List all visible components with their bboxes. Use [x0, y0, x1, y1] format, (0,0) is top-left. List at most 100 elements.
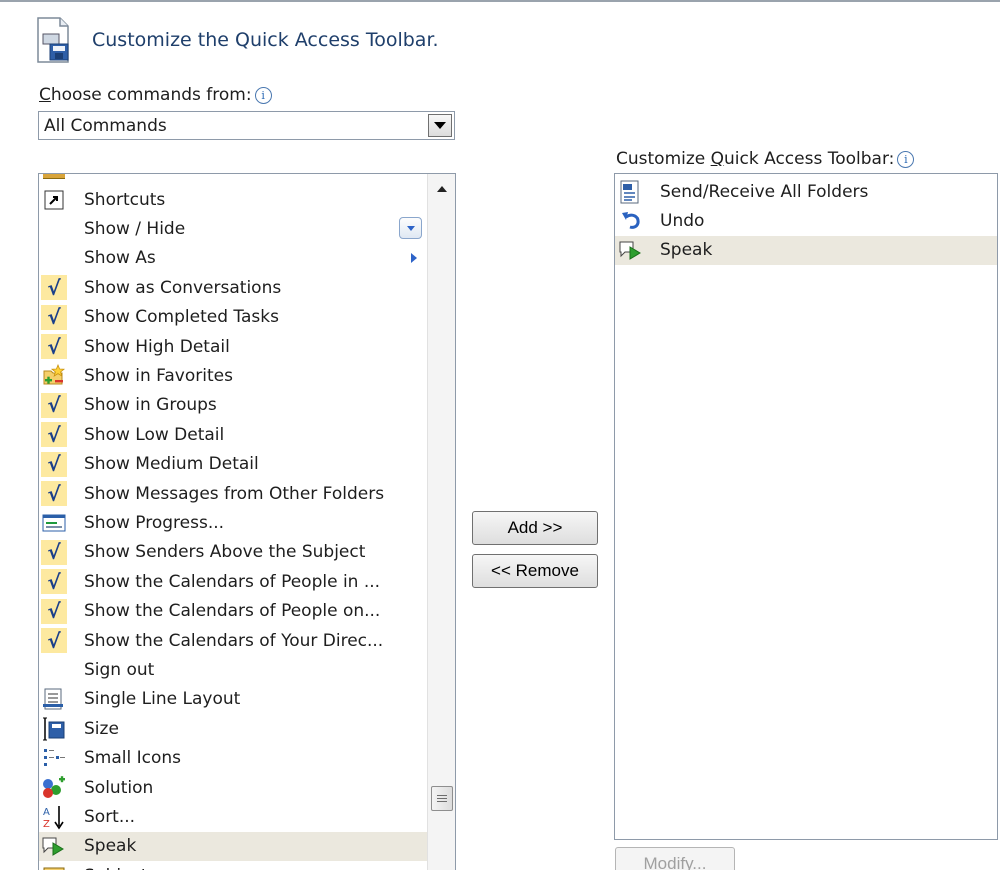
list-item[interactable]: √ Show High Detail: [39, 332, 427, 361]
list-item[interactable]: √ Show Completed Tasks: [39, 303, 427, 332]
list-item[interactable]: Subject: [39, 861, 427, 870]
list-item[interactable]: Show in Favorites: [39, 361, 427, 390]
list-item[interactable]: Small Icons: [39, 744, 427, 773]
add-button-label: Add >>: [507, 518, 563, 537]
list-item[interactable]: Show As: [39, 244, 427, 273]
list-item-label: Show the Calendars of People on...: [84, 601, 381, 622]
small-icons-icon: [41, 746, 67, 771]
list-item[interactable]: Show / Hide: [39, 214, 427, 243]
check-icon: √: [41, 628, 67, 653]
list-item-label: Sort...: [84, 806, 136, 827]
list-item[interactable]: √ Show Low Detail: [39, 420, 427, 449]
dialog-title: Customize the Quick Access Toolbar.: [92, 29, 439, 51]
qat-item-label: Undo: [660, 210, 705, 231]
check-icon: √: [41, 481, 67, 506]
list-item-partial-icon: [43, 174, 65, 179]
qat-item-label: Send/Receive All Folders: [660, 181, 869, 202]
solution-icon: [41, 775, 67, 800]
list-item[interactable]: Single Line Layout: [39, 685, 427, 714]
dialog-header: Customize the Quick Access Toolbar.: [34, 12, 439, 68]
add-button[interactable]: Add >>: [472, 511, 598, 545]
single-line-layout-icon: [41, 687, 67, 712]
dropdown-arrow-button[interactable]: [428, 114, 452, 137]
list-item[interactable]: √ Show as Conversations: [39, 273, 427, 302]
qat-item-label: Speak: [660, 240, 713, 261]
list-item[interactable]: √ Show Medium Detail: [39, 450, 427, 479]
svg-text:Z: Z: [43, 819, 50, 830]
shortcut-arrow-icon: [41, 187, 67, 212]
info-icon[interactable]: i: [254, 86, 272, 104]
check-icon: √: [41, 422, 67, 448]
list-item-label: Show Senders Above the Subject: [84, 542, 366, 563]
list-item[interactable]: Sign out: [39, 655, 427, 684]
qat-label: Customize Quick Access Toolbar: i: [616, 149, 915, 169]
list-item-label: Show in Groups: [84, 395, 217, 416]
list-item-label: Show Low Detail: [84, 424, 225, 445]
sort-az-icon: AZ: [41, 804, 67, 830]
qat-item[interactable]: Speak: [615, 235, 997, 265]
chevron-up-icon: [437, 186, 447, 192]
list-item[interactable]: Shortcuts: [39, 185, 427, 214]
list-item[interactable]: A Z Sort...: [39, 802, 427, 831]
check-icon: √: [41, 539, 67, 565]
choose-commands-dropdown[interactable]: All Commands: [38, 111, 455, 140]
list-item-label: Show High Detail: [84, 336, 230, 357]
list-item-label: Show / Hide: [84, 218, 186, 239]
list-item[interactable]: √ Show the Calendars of People in ...: [39, 567, 427, 596]
check-icon: √: [41, 451, 67, 477]
list-item[interactable]: Size: [39, 714, 427, 743]
list-item-label: Speak: [84, 836, 137, 857]
list-item-label: Size: [84, 718, 119, 739]
scroll-up-button[interactable]: [428, 174, 455, 204]
list-item-label: Show the Calendars of People in ...: [84, 571, 381, 592]
remove-button[interactable]: << Remove: [472, 554, 598, 588]
choose-commands-text: Choose commands from:: [39, 85, 252, 105]
list-item[interactable]: √ Show the Calendars of People on...: [39, 597, 427, 626]
chevron-down-icon: [434, 122, 446, 129]
check-icon: √: [41, 392, 67, 418]
qat-item[interactable]: Send/Receive All Folders: [615, 177, 997, 206]
favorites-folder-icon: [41, 363, 67, 388]
speak-icon: [618, 238, 644, 263]
list-item-label: Show Progress...: [84, 512, 225, 533]
list-item-label: Show in Favorites: [84, 365, 233, 386]
commands-list[interactable]: Shortcuts Show / Hide Show As √ Show as Conv…: [38, 173, 456, 870]
check-icon: √: [41, 598, 67, 624]
dropdown-selected-value: All Commands: [44, 115, 167, 136]
list-item-label: Show As: [84, 248, 156, 269]
list-item-label: Show Medium Detail: [84, 454, 259, 475]
info-icon[interactable]: i: [897, 150, 915, 168]
list-item[interactable]: Solution: [39, 773, 427, 802]
list-item[interactable]: Show Progress...: [39, 508, 427, 537]
undo-icon: [618, 208, 644, 233]
list-item-label: Show the Calendars of Your Direc...: [84, 630, 384, 651]
commands-list-scrollbar[interactable]: [427, 174, 455, 870]
list-item[interactable]: √ Show Senders Above the Subject: [39, 538, 427, 567]
subject-icon: [41, 863, 67, 870]
svg-text:A: A: [43, 807, 50, 818]
check-icon: √: [41, 569, 67, 595]
list-item-label: Sign out: [84, 659, 155, 680]
modify-button[interactable]: Modify...: [615, 847, 735, 870]
check-icon: √: [41, 334, 67, 359]
gallery-dropdown-icon[interactable]: [399, 217, 423, 240]
choose-commands-label: Choose commands from: i: [39, 85, 272, 105]
scroll-thumb[interactable]: [431, 786, 453, 811]
list-item-label: Subject: [84, 866, 148, 870]
modify-button-label: Modify...: [643, 854, 707, 870]
list-item-label: Show as Conversations: [84, 277, 282, 298]
list-item-label: Solution: [84, 777, 154, 798]
list-item-label: Single Line Layout: [84, 689, 241, 710]
submenu-arrow-icon: [411, 250, 423, 263]
progress-window-icon: [41, 510, 67, 535]
list-item-label: Show Completed Tasks: [84, 307, 279, 328]
qat-commands-list[interactable]: Send/Receive All Folders Undo Speak: [614, 173, 998, 840]
list-item-label: Small Icons: [84, 748, 182, 769]
list-item[interactable]: √ Show in Groups: [39, 391, 427, 420]
list-item[interactable]: √ Show Messages from Other Folders: [39, 479, 427, 508]
list-item-label: Show Messages from Other Folders: [84, 483, 385, 504]
list-item[interactable]: √ Show the Calendars of Your Direc...: [39, 626, 427, 655]
send-receive-icon: [618, 179, 644, 204]
qat-item[interactable]: Undo: [615, 206, 997, 235]
list-item[interactable]: Speak: [39, 831, 427, 861]
